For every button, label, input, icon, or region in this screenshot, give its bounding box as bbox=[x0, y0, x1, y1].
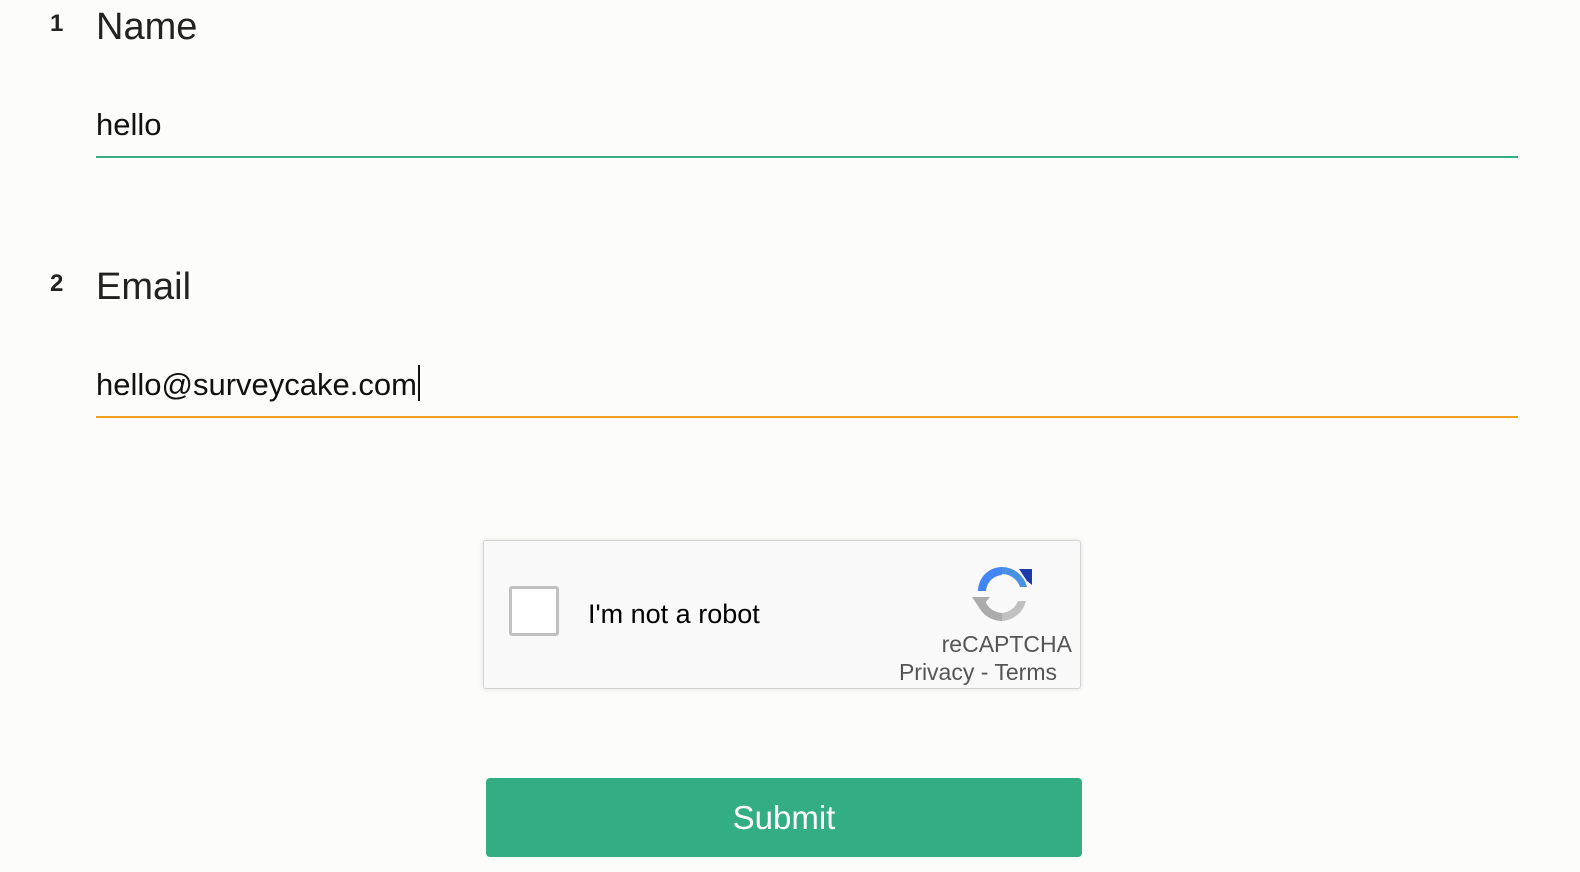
recaptcha-widget: I'm not a robot reCAPTCHA Privacy - Term… bbox=[483, 540, 1081, 689]
name-input-value: hello bbox=[96, 107, 162, 142]
text-caret bbox=[417, 365, 420, 401]
email-input-value: hello@surveycake.com bbox=[96, 367, 417, 402]
submit-button[interactable]: Submit bbox=[486, 778, 1082, 857]
terms-link[interactable]: Terms bbox=[994, 659, 1057, 685]
privacy-link[interactable]: Privacy bbox=[899, 659, 974, 685]
recaptcha-links: Privacy - Terms bbox=[899, 659, 1057, 686]
question-title: Name bbox=[96, 6, 198, 48]
link-separator: - bbox=[974, 659, 995, 685]
recaptcha-label: I'm not a robot bbox=[588, 599, 760, 629]
question-number: 2 bbox=[50, 270, 64, 297]
question-number: 1 bbox=[50, 10, 64, 37]
recaptcha-checkbox[interactable] bbox=[509, 586, 559, 636]
recaptcha-brand: reCAPTCHA bbox=[941, 631, 1072, 657]
recaptcha-logo-icon bbox=[972, 567, 1032, 622]
email-input[interactable]: hello@surveycake.com bbox=[96, 356, 1518, 418]
name-input[interactable]: hello bbox=[96, 96, 1518, 158]
question-title: Email bbox=[96, 266, 192, 308]
